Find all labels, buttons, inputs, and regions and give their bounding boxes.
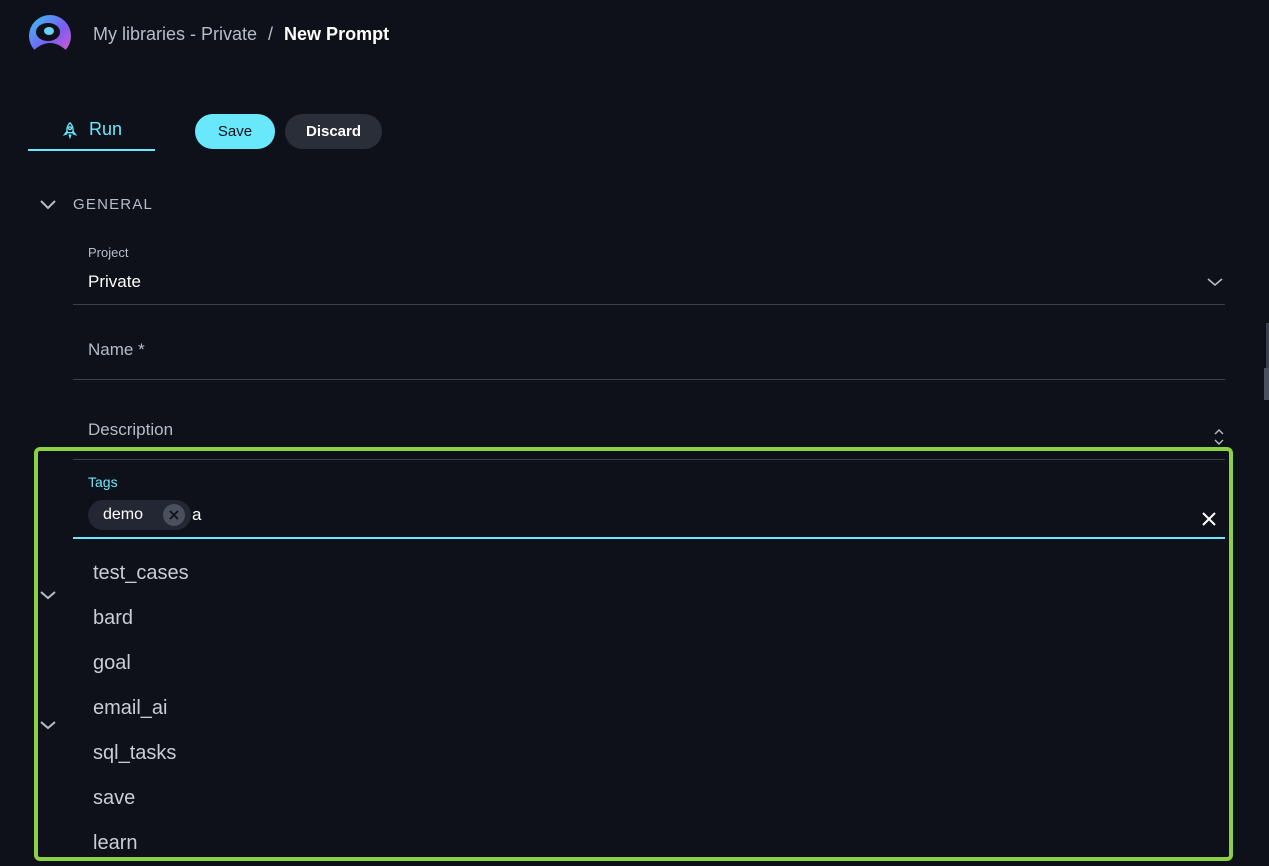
scrollbar-thumb[interactable] — [1264, 368, 1269, 400]
chevron-down-icon[interactable] — [1206, 276, 1224, 288]
tab-run-label: Run — [88, 119, 123, 139]
tab-run[interactable]: Run — [28, 110, 155, 151]
name-field[interactable]: Name * — [88, 340, 145, 360]
highlight-outline — [34, 447, 1233, 861]
breadcrumb-parent-link[interactable]: My libraries - Private — [93, 22, 257, 46]
description-field[interactable]: Description — [88, 420, 173, 440]
project-label: Project — [88, 245, 129, 260]
rocket-icon — [62, 121, 78, 139]
expand-resize-icon[interactable] — [1212, 428, 1226, 446]
section-title: GENERAL — [73, 196, 154, 213]
page: My libraries - Private / New Prompt Run … — [0, 0, 1269, 866]
discard-button[interactable]: Discard — [285, 114, 382, 149]
breadcrumb-separator: / — [268, 24, 274, 44]
chevron-down-icon[interactable] — [38, 197, 58, 213]
name-underline — [73, 379, 1225, 380]
breadcrumb: My libraries - Private / New Prompt — [93, 22, 389, 46]
project-select-value[interactable]: Private — [88, 272, 141, 292]
app-logo-icon[interactable] — [28, 14, 72, 58]
project-underline — [73, 304, 1225, 305]
save-button[interactable]: Save — [195, 114, 275, 149]
breadcrumb-current: New Prompt — [284, 24, 390, 44]
